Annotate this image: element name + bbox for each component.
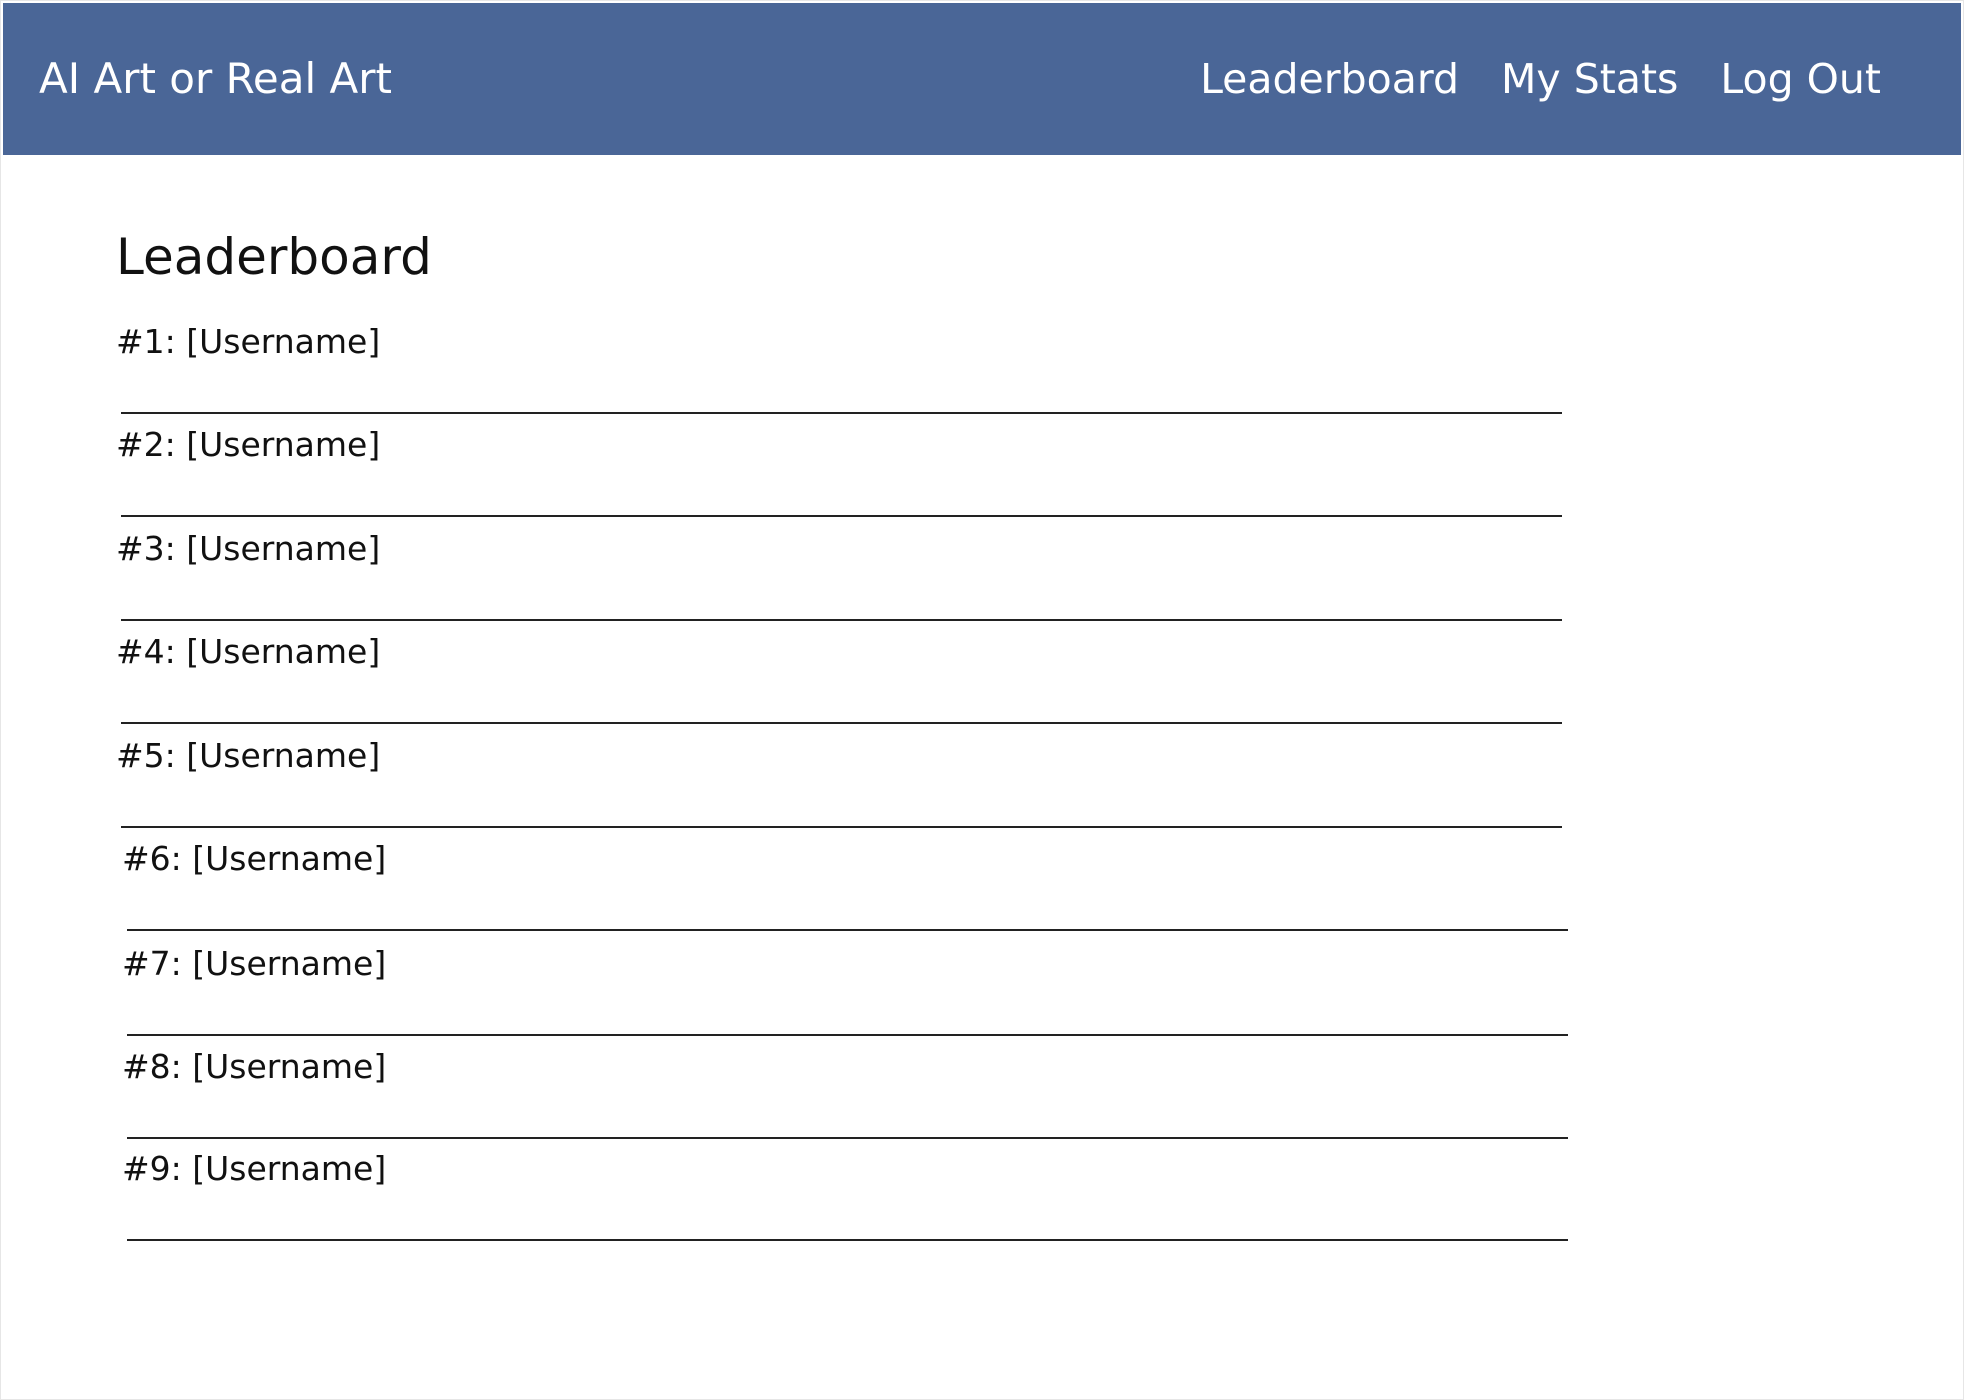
brand-link[interactable]: AI Art or Real Art [39,53,392,105]
leaderboard-entry: #4: [Username] [116,621,1562,724]
leaderboard-entry-text: #6: [Username] [122,839,387,878]
leaderboard-entry-text: #5: [Username] [116,736,381,775]
leaderboard-entry-text: #2: [Username] [116,425,381,464]
leaderboard-entry-text: #4: [Username] [116,632,381,671]
leaderboard-entry-text: #1: [Username] [116,322,381,361]
leaderboard-entry: #1: [Username] [116,311,1562,414]
app-window: AI Art or Real Art Leaderboard My Stats … [0,0,1964,1400]
leaderboard-entry: #6: [Username] [122,828,1568,931]
leaderboard-entry: #3: [Username] [116,518,1562,621]
leaderboard-entry: #9: [Username] [122,1138,1568,1241]
nav-my-stats-link[interactable]: My Stats [1501,53,1678,105]
nav-leaderboard-link[interactable]: Leaderboard [1200,53,1459,105]
leaderboard-entry-text: #7: [Username] [122,944,387,983]
leaderboard-entry-text: #3: [Username] [116,529,381,568]
top-navbar: AI Art or Real Art Leaderboard My Stats … [3,3,1961,155]
leaderboard-entry-text: #9: [Username] [122,1149,387,1188]
nav-links: Leaderboard My Stats Log Out [1200,53,1881,105]
leaderboard-entry: #7: [Username] [122,933,1568,1036]
leaderboard-entry: #5: [Username] [116,725,1562,828]
leaderboard-entry: #2: [Username] [116,414,1562,517]
leaderboard-entry: #8: [Username] [122,1036,1568,1139]
leaderboard-entry-text: #8: [Username] [122,1047,387,1086]
nav-log-out-link[interactable]: Log Out [1720,53,1881,105]
page-title: Leaderboard [116,228,432,286]
